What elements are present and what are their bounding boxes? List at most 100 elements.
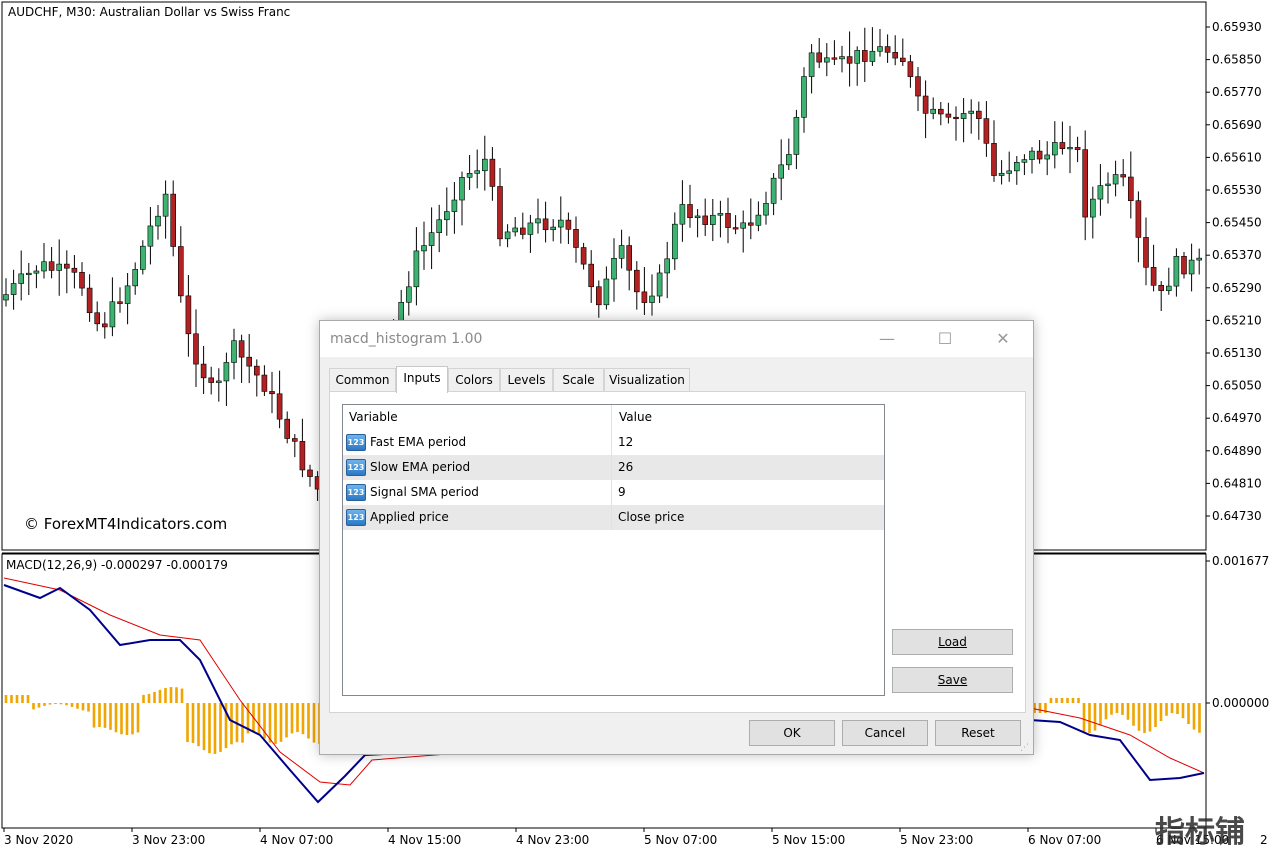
candle-body <box>1181 256 1187 275</box>
save-button[interactable]: Save <box>892 667 1013 693</box>
candle-body <box>679 204 686 225</box>
tab-common[interactable]: Common <box>329 368 396 392</box>
candle-body <box>854 50 861 64</box>
minimize-icon[interactable]: — <box>872 327 902 351</box>
row-variable: Fast EMA period <box>370 435 467 449</box>
candle-body <box>413 250 420 288</box>
candle-body <box>1143 237 1149 268</box>
time-tick-label: 6 Nov 07:00 <box>1028 833 1101 847</box>
column-header-value[interactable]: Value <box>619 410 652 424</box>
candle-body <box>405 286 412 303</box>
table-row[interactable]: 123 Fast EMA period 12 <box>343 430 884 455</box>
candle-body <box>261 374 268 392</box>
candle-body <box>193 333 199 365</box>
table-row[interactable]: 123 Signal SMA period 9 <box>343 480 884 505</box>
row-value[interactable]: 9 <box>618 485 626 499</box>
cancel-button[interactable]: Cancel <box>842 720 928 746</box>
integer-type-icon: 123 <box>346 434 366 451</box>
close-icon[interactable]: ✕ <box>988 327 1018 351</box>
candle-body <box>633 269 640 293</box>
table-row[interactable]: 123 Applied price Close price <box>343 505 884 530</box>
candle-body <box>185 295 192 335</box>
price-tick-label: 0.65850 <box>1212 53 1262 67</box>
candle-body <box>823 57 830 63</box>
candle-body <box>785 154 792 166</box>
histogram-bar <box>274 703 277 744</box>
resize-grip-icon[interactable]: ⋰ <box>1020 743 1030 753</box>
candle-body <box>945 113 952 118</box>
column-header-variable[interactable]: Variable <box>349 410 398 424</box>
histogram-bar <box>1187 703 1190 725</box>
candle-body <box>291 438 298 442</box>
histogram-bar <box>142 694 145 703</box>
candle-body <box>960 113 967 119</box>
row-value[interactable]: 12 <box>618 435 633 449</box>
candle-body <box>216 380 222 383</box>
price-axis: 0.65930 0.65850 0.65770 0.65690 0.65610 0.655… <box>1206 20 1262 523</box>
ok-button[interactable]: OK <box>749 720 835 746</box>
candle-body <box>649 295 655 303</box>
enum-type-icon: 123 <box>346 509 366 526</box>
time-tick-label: 5 Nov 23:00 <box>900 833 973 847</box>
table-row[interactable]: 123 Slow EMA period 26 <box>343 455 884 480</box>
histogram-bar <box>1049 698 1053 703</box>
candle-body <box>269 391 275 395</box>
candle-body <box>626 245 633 271</box>
inputs-table[interactable]: Variable Value 123 Fast EMA period 12 12… <box>342 404 885 696</box>
row-value[interactable]: Close price <box>618 510 684 524</box>
candle-body <box>512 227 519 233</box>
candle-body <box>223 362 230 382</box>
integer-type-icon: 123 <box>346 484 366 501</box>
candle-body <box>1112 174 1119 185</box>
time-axis: 3 Nov 2020 3 Nov 23:00 4 Nov 07:00 4 Nov 15… <box>3 828 1229 847</box>
candle-body <box>892 52 899 59</box>
histogram-bar <box>1082 703 1086 732</box>
indicator-properties-dialog: macd_histogram 1.00 — ☐ ✕ Common Inputs … <box>319 320 1034 755</box>
histogram-bar <box>175 687 178 703</box>
indicator-title: MACD(12,26,9) -0.000297 -0.000179 <box>6 558 228 572</box>
macd-tick-label: 0.000000 <box>1212 696 1269 710</box>
histogram-bar <box>1115 703 1119 714</box>
load-button[interactable]: Load <box>892 629 1013 655</box>
candle-body <box>687 204 693 219</box>
candle-body <box>869 50 876 62</box>
histogram-bar <box>241 703 244 743</box>
candle-body <box>276 393 283 420</box>
histogram-bar <box>136 703 140 733</box>
histogram-bar <box>15 695 19 703</box>
candle-body <box>132 269 138 287</box>
candle-body <box>968 110 975 114</box>
histogram-bar <box>230 703 233 745</box>
histogram-bar <box>1143 703 1146 733</box>
histogram-bar <box>1192 703 1196 730</box>
candle-body <box>580 247 587 265</box>
candle-body <box>778 164 785 179</box>
tab-inputs[interactable]: Inputs <box>396 366 448 393</box>
candle-body <box>459 177 465 201</box>
candle-body <box>1006 170 1013 174</box>
tab-colors[interactable]: Colors <box>448 368 500 392</box>
histogram-bar <box>10 695 13 703</box>
candle-body <box>709 214 716 225</box>
tab-visualization[interactable]: Visualization <box>604 368 690 392</box>
histogram-bar <box>158 689 162 703</box>
histogram-bar <box>1060 698 1064 703</box>
tab-scale[interactable]: Scale <box>553 368 604 392</box>
price-tick-label: 0.65770 <box>1212 85 1262 99</box>
dialog-titlebar[interactable]: macd_histogram 1.00 — ☐ ✕ <box>320 321 1033 357</box>
histogram-bar <box>1176 703 1179 715</box>
histogram-bar <box>37 703 41 708</box>
save-button-label: Save <box>937 673 968 687</box>
candle-body <box>565 219 572 230</box>
candle-body <box>48 261 55 271</box>
maximize-icon[interactable]: ☐ <box>930 327 960 351</box>
histogram-bar <box>1198 703 1201 733</box>
column-separator <box>611 505 612 530</box>
tab-levels[interactable]: Levels <box>500 368 553 392</box>
candle-body <box>527 222 534 235</box>
reset-button[interactable]: Reset <box>935 720 1021 746</box>
histogram-bar <box>1093 703 1097 731</box>
candle-body <box>770 177 777 204</box>
row-value[interactable]: 26 <box>618 460 633 474</box>
mt4-chart-window: 0.65930 0.65850 0.65770 0.65690 0.65610 0.655… <box>0 0 1277 852</box>
